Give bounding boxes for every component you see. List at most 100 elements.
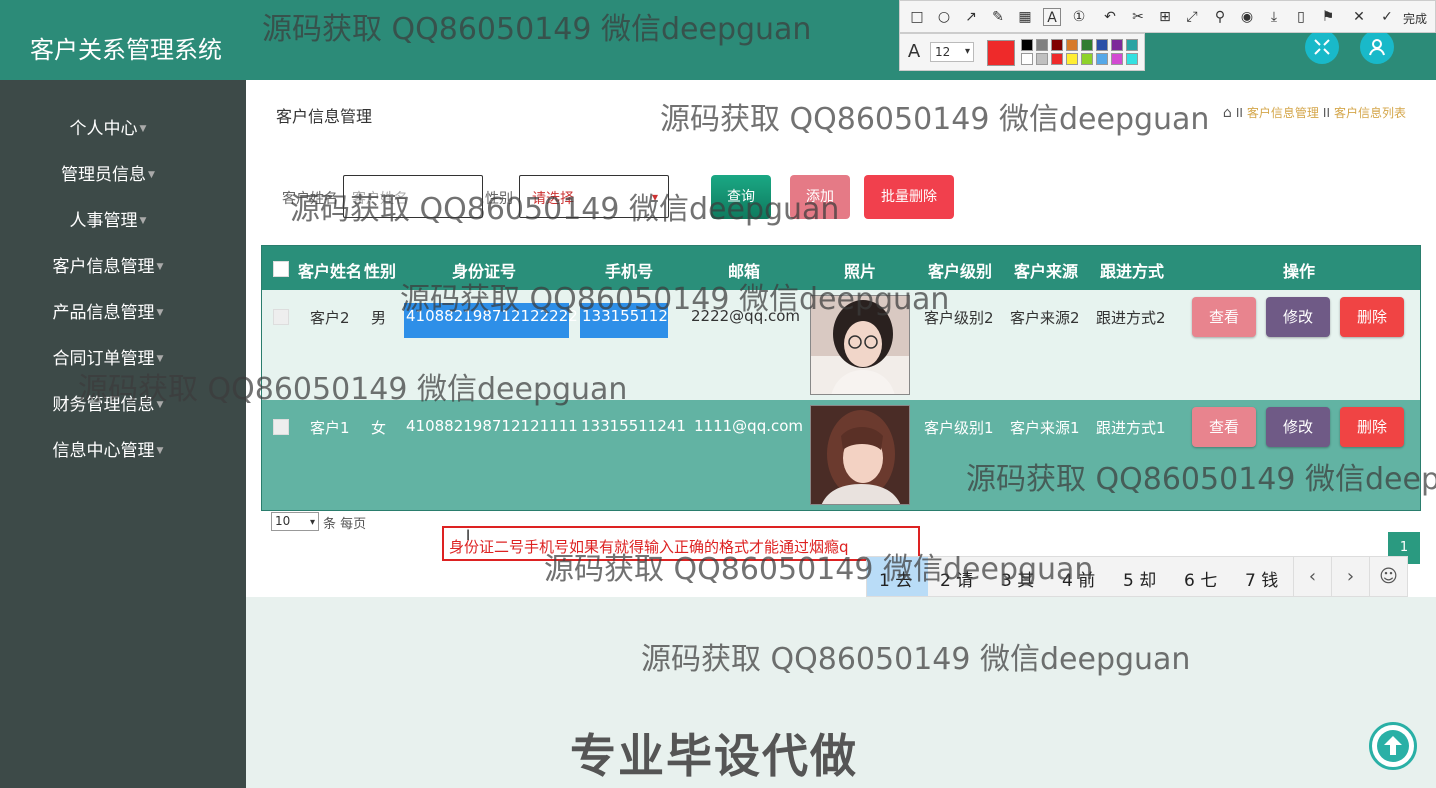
edit-button[interactable]: 修改 [1266, 297, 1330, 337]
delete-button[interactable]: 删除 [1340, 297, 1404, 337]
ime-candidate[interactable]: 6 七 [1184, 566, 1217, 591]
row-checkbox[interactable] [273, 419, 289, 435]
text-style-bar: A 12 ▾ [899, 33, 1145, 71]
delete-button[interactable]: 删除 [1340, 407, 1404, 447]
sidebar-item-finance[interactable]: 财务管理信息 ▼ [0, 390, 216, 415]
th-level: 客户级别 [928, 262, 993, 281]
name-filter-input[interactable]: 客户姓名 [343, 175, 483, 218]
chevron-down-icon: ▾ [651, 190, 658, 204]
table-header: 客户姓名 性别 身份证号 手机号 邮箱 照片 客户级别 客户来源 跟进方式 操作 [262, 246, 1420, 290]
chevron-left-icon[interactable]: ‹ [1293, 557, 1331, 596]
cell-source: 客户来源2 [1010, 309, 1080, 327]
pen-icon[interactable]: ✎ [989, 8, 1007, 26]
gender-filter-label: 性别 [485, 191, 513, 207]
cell-email: 2222@qq.com [691, 307, 801, 325]
batch-delete-button[interactable]: 批量删除 [864, 175, 954, 219]
download-icon[interactable]: ⤓ [1265, 8, 1283, 26]
row-checkbox[interactable] [273, 309, 289, 325]
customer-photo [810, 295, 910, 395]
ime-candidate[interactable]: 5 却 [1123, 566, 1156, 591]
color-swatch[interactable] [1021, 53, 1033, 65]
home-icon[interactable]: ⌂ [1223, 105, 1232, 121]
scroll-capture-icon[interactable]: ⤢ [1183, 8, 1201, 26]
close-icon[interactable]: ✕ [1350, 8, 1368, 26]
cell-name: 客户1 [310, 419, 350, 437]
user-icon[interactable] [1360, 30, 1394, 64]
chevron-right-icon[interactable]: › [1331, 557, 1369, 596]
arrow-up-icon[interactable] [1369, 722, 1417, 770]
done-button[interactable]: 完成 [1403, 10, 1427, 27]
edit-button[interactable]: 修改 [1266, 407, 1330, 447]
color-swatch[interactable] [1051, 39, 1063, 51]
smiley-icon[interactable]: ☺ [1369, 557, 1407, 596]
sidebar-item-admin-info[interactable]: 管理员信息 ▼ [0, 160, 216, 185]
ime-candidate[interactable]: 4 前 [1062, 566, 1095, 591]
ellipse-icon[interactable]: ○ [935, 8, 953, 26]
color-swatch[interactable] [1066, 39, 1078, 51]
gender-select[interactable]: 请选择 ▾ [519, 175, 669, 218]
color-swatch[interactable] [1111, 53, 1123, 65]
rectangle-icon[interactable]: □ [908, 8, 926, 26]
color-swatch[interactable] [1036, 39, 1048, 51]
mosaic-icon[interactable]: ▦ [1016, 8, 1034, 26]
ime-candidate[interactable]: 2 请 [940, 566, 973, 591]
page-size-select[interactable]: 10 ▾ [271, 512, 319, 531]
color-swatch[interactable] [1081, 53, 1093, 65]
cell-source: 客户来源1 [1010, 419, 1080, 437]
breadcrumb-level2: 客户信息列表 [1333, 106, 1406, 120]
cell-follow: 跟进方式2 [1096, 309, 1166, 327]
ime-candidate[interactable]: 3 其 [1001, 566, 1034, 591]
arrow-icon[interactable]: ↗ [962, 8, 980, 26]
ime-candidate[interactable]: 7 钱 [1245, 566, 1278, 591]
cutout-icon[interactable]: ✂ [1129, 8, 1147, 26]
select-all-checkbox[interactable] [273, 261, 289, 277]
sidebar-item-info-center[interactable]: 信息中心管理 ▼ [0, 436, 216, 461]
color-swatch[interactable] [1081, 39, 1093, 51]
cell-id-card: 410882198712122222 [404, 303, 578, 338]
sidebar-item-contract-orders[interactable]: 合同订单管理 ▼ [0, 344, 216, 369]
color-swatch[interactable] [1126, 53, 1138, 65]
pin-icon[interactable]: ⚲ [1211, 8, 1229, 26]
color-swatch[interactable] [1066, 53, 1078, 65]
view-button[interactable]: 查看 [1192, 297, 1256, 337]
color-swatch[interactable] [1111, 39, 1123, 51]
sidebar-item-customer-info[interactable]: 客户信息管理 ▼ [0, 252, 216, 277]
current-color-swatch[interactable] [987, 40, 1015, 66]
customer-photo [810, 405, 910, 505]
check-icon[interactable]: ✓ [1378, 8, 1396, 26]
breadcrumb-level1[interactable]: 客户信息管理 [1247, 106, 1319, 120]
cell-email: 1111@qq.com [694, 417, 804, 435]
color-swatch[interactable] [1096, 39, 1108, 51]
search-button[interactable]: 查询 [711, 175, 771, 219]
bookmark-icon[interactable]: ⚑ [1319, 8, 1337, 26]
color-swatch[interactable] [1096, 53, 1108, 65]
ime-candidate-bar: 1 去 2 请 3 其 4 前 5 却 6 七 7 钱 ‹ › ☺ [866, 556, 1408, 597]
color-swatch[interactable] [1036, 53, 1048, 65]
font-size-select[interactable]: 12 ▾ [930, 42, 974, 62]
chevron-down-icon: ▼ [156, 400, 164, 410]
phone-icon[interactable]: ▯ [1292, 8, 1310, 26]
sidebar-item-product-info[interactable]: 产品信息管理 ▼ [0, 298, 216, 323]
cell-phone: 13315511242 [580, 303, 668, 338]
th-phone: 手机号 [605, 262, 654, 281]
color-swatch[interactable] [1051, 53, 1063, 65]
view-button[interactable]: 查看 [1192, 407, 1256, 447]
cell-phone: 13315511241 [581, 417, 686, 435]
sidebar-item-personal-center[interactable]: 个人中心 ▼ [0, 114, 216, 139]
cell-level: 客户级别2 [924, 309, 994, 327]
name-filter-label: 客户姓名 [282, 191, 338, 207]
annotation-note: 身份证二号手机号如果有就得输入正确的格式才能通过烟瘾q [442, 526, 920, 561]
text-icon[interactable]: A [1043, 8, 1061, 26]
color-swatch[interactable] [1021, 39, 1033, 51]
undo-icon[interactable]: ↶ [1101, 8, 1119, 26]
sidebar-item-hr[interactable]: 人事管理 ▼ [0, 206, 216, 231]
th-source: 客户来源 [1014, 262, 1079, 281]
color-swatch[interactable] [1126, 39, 1138, 51]
number-icon[interactable]: ① [1070, 8, 1088, 26]
fullscreen-icon[interactable] [1305, 30, 1339, 64]
record-icon[interactable]: ◉ [1238, 8, 1256, 26]
ime-candidate[interactable]: 1 去 [879, 566, 912, 591]
add-button[interactable]: 添加 [790, 175, 850, 219]
th-follow: 跟进方式 [1100, 262, 1165, 281]
ocr-icon[interactable]: ⊞ [1156, 8, 1174, 26]
